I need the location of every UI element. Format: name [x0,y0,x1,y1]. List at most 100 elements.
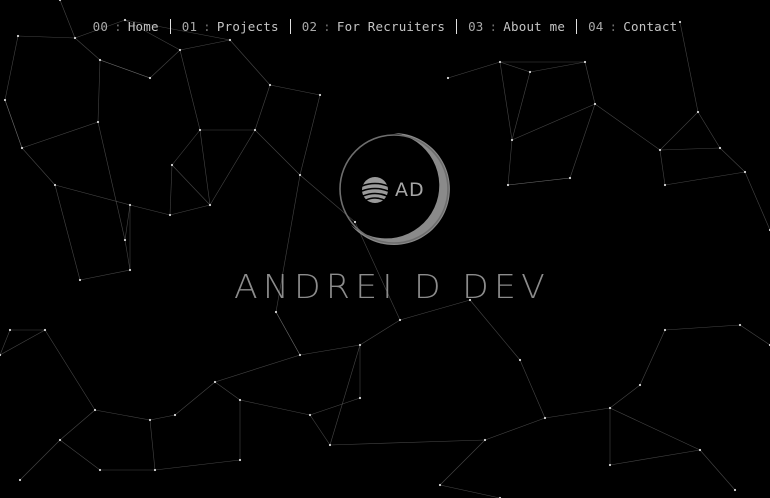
network-link [544,407,611,419]
network-node [358,343,362,347]
network-link [529,61,586,73]
hero-title-text: ANDREI D DEV [234,267,550,306]
network-node [510,138,514,142]
hero-title: ANDREI D DEV [234,267,550,306]
network-node [298,353,302,357]
network-node [53,183,57,187]
network-link [659,149,666,186]
network-node [698,448,702,452]
nav-item-about-me[interactable]: 03 : About me [457,19,576,34]
network-link [199,129,211,206]
network-link [149,414,176,421]
network-link [59,409,96,441]
network-link [124,204,131,241]
network-link [439,439,486,486]
nav-label: Projects [216,19,279,34]
particle-network-background [0,0,770,498]
network-link [699,449,736,491]
network-node [658,148,662,152]
network-node [506,183,510,187]
network-node [308,413,312,417]
network-node [608,406,612,410]
network-node [128,268,132,272]
network-node [238,458,242,462]
network-link [744,171,770,231]
nav-number: 00 [92,19,109,34]
network-node [16,34,20,38]
network-link [609,384,641,409]
logo[interactable]: AD [335,130,453,248]
network-link [659,111,699,151]
network-link [499,61,531,73]
network-link [519,359,546,419]
network-node [663,328,667,332]
network-link [169,164,173,216]
network-link [124,239,131,271]
nav-item-contact[interactable]: 04 : Contact [577,19,688,34]
network-node [213,380,217,384]
network-node [593,102,597,106]
network-node [96,120,100,124]
network-node [328,443,332,447]
network-link [639,329,666,386]
network-node [3,98,7,102]
network-node [718,146,722,150]
network-node [446,76,450,80]
network-node [438,483,442,487]
network-link [44,329,96,411]
network-link [254,84,271,131]
logo-monogram: AD [395,179,425,201]
network-node [638,383,642,387]
network-node [148,418,152,422]
network-link [149,419,156,471]
nav-item-for-recruiters[interactable]: 02 : For Recruiters [291,19,456,34]
network-link [275,311,301,356]
network-link [21,121,99,149]
network-node [153,468,157,472]
nav-colon: : [203,19,211,34]
network-node [663,183,667,187]
network-node [398,318,402,322]
network-node [73,36,77,40]
network-link [584,61,596,105]
network-link [59,439,101,471]
network-node [123,238,127,242]
network-node [318,93,322,97]
nav-number: 03 [468,19,484,34]
network-node [253,128,257,132]
network-link [511,71,531,141]
network-link [511,103,596,141]
network-link [309,397,361,416]
network-link [229,39,271,86]
network-node [98,58,102,62]
network-link [679,21,699,113]
network-node [173,413,177,417]
network-link [469,299,521,361]
network-node [20,146,24,150]
network-node [168,213,172,217]
nav-item-projects[interactable]: 01 : Projects [171,19,290,34]
nav-label: Contact [623,19,678,34]
network-link [309,414,331,446]
network-link [209,129,256,206]
nav-item-home[interactable]: 00 : Home [82,19,170,34]
network-link [664,324,741,331]
network-node [498,60,502,64]
nav-colon: : [114,19,122,34]
network-link [269,84,321,96]
network-link [179,39,231,51]
network-link [214,354,301,383]
network-link [74,37,101,61]
network-link [97,59,101,123]
network-node [148,76,152,80]
network-link [299,94,321,176]
network-link [719,147,746,173]
network-link [54,184,81,281]
network-link [447,61,501,79]
network-link [484,417,546,441]
network-node [543,416,547,420]
nav-label: About me [503,19,566,34]
network-link [439,484,501,498]
network-link [659,147,721,151]
network-link [4,35,19,101]
